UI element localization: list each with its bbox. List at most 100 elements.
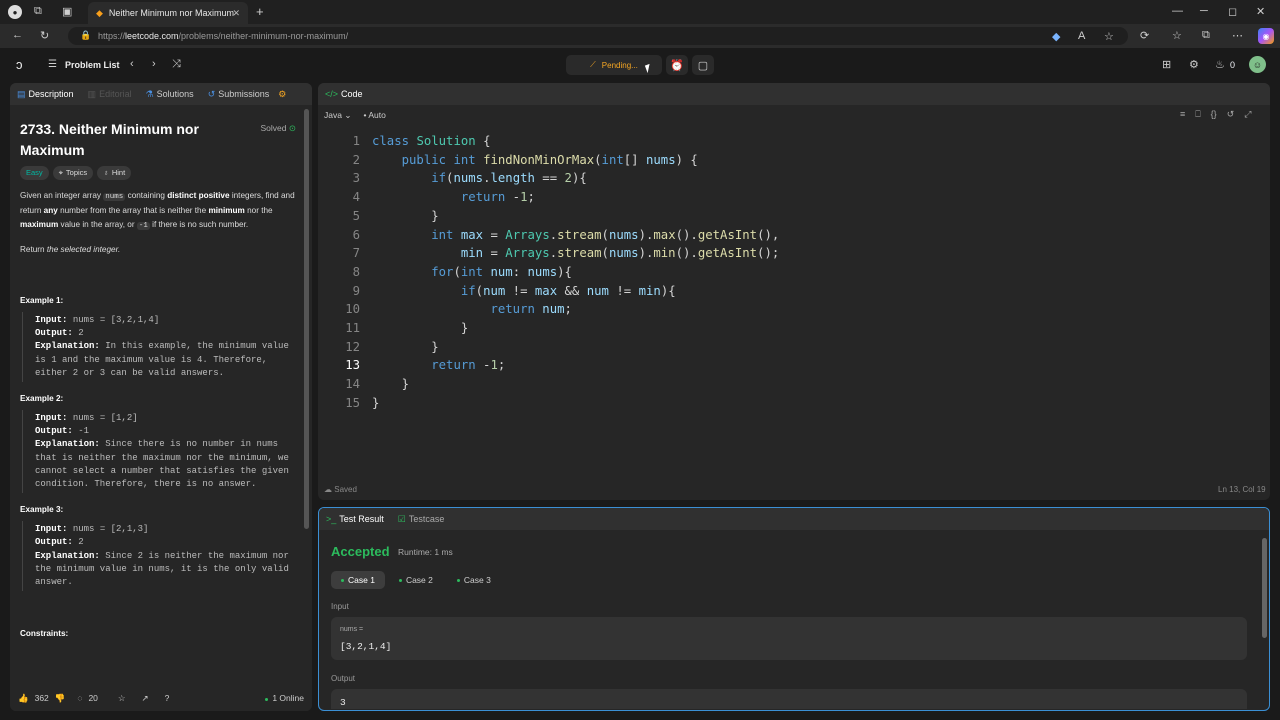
line-number: 12 bbox=[345, 339, 360, 354]
format-icon[interactable]: ≡ bbox=[1180, 109, 1185, 120]
avatar[interactable]: ☺ bbox=[1249, 56, 1266, 73]
fullscreen-icon[interactable]: ⤢ bbox=[1244, 109, 1251, 120]
close-window-icon[interactable]: ✕ bbox=[1256, 5, 1265, 18]
streak-fire-icon[interactable]: ♨ bbox=[1215, 58, 1225, 71]
code-line[interactable]: } bbox=[372, 319, 468, 338]
tab-solutions[interactable]: ⚗ Solutions bbox=[139, 83, 201, 105]
split-screen-icon[interactable]: ⟳ bbox=[1140, 29, 1149, 42]
history-icon: ↺ bbox=[207, 88, 216, 99]
code-line[interactable]: } bbox=[372, 394, 379, 413]
favorites-icon[interactable]: ☆ bbox=[1172, 29, 1182, 42]
layout-grid-icon[interactable]: ⊞ bbox=[1162, 58, 1171, 71]
line-number: 7 bbox=[352, 246, 360, 261]
timer-icon[interactable]: ⏰ bbox=[666, 55, 688, 75]
close-tab-icon[interactable]: ✕ bbox=[232, 8, 240, 19]
code-line[interactable]: min = Arrays.stream(nums).min().getAsInt… bbox=[372, 244, 779, 263]
settings-gear-icon[interactable]: ⚙ bbox=[1189, 58, 1199, 71]
line-number: 5 bbox=[352, 208, 360, 223]
back-icon[interactable]: ← bbox=[12, 29, 23, 41]
code-line[interactable]: if(num != max && num != min){ bbox=[372, 282, 676, 301]
share-icon[interactable]: ↗ bbox=[142, 693, 149, 704]
read-aloud-icon[interactable]: A bbox=[1078, 30, 1085, 42]
online-count: 1 Online bbox=[272, 693, 304, 703]
new-tab-icon[interactable]: + bbox=[256, 4, 264, 19]
line-number-active: 13 bbox=[345, 358, 360, 373]
profile-icon[interactable]: ● bbox=[8, 5, 22, 19]
tab-testcase[interactable]: ☑ Testcase bbox=[391, 508, 452, 530]
case-tab-1[interactable]: Case 1 bbox=[331, 571, 385, 589]
tab-code[interactable]: </> Code bbox=[318, 83, 370, 105]
auto-mode[interactable]: • Auto bbox=[363, 110, 385, 121]
tab-submissions[interactable]: ↺ Submissions bbox=[201, 83, 277, 105]
language-select[interactable]: Java ⌄ bbox=[324, 110, 351, 121]
thumbs-up-icon[interactable]: 👍 bbox=[18, 693, 29, 704]
code-header: </> Code bbox=[318, 83, 1270, 105]
runtime-text: Runtime: 1 ms bbox=[398, 547, 453, 557]
input-label: Input bbox=[331, 602, 349, 611]
premium-icon[interactable]: ⚙ bbox=[278, 89, 286, 100]
code-line[interactable]: int max = Arrays.stream(nums).max().getA… bbox=[372, 226, 779, 245]
tab-editorial[interactable]: ▥ Editorial bbox=[81, 83, 139, 105]
code-line[interactable]: return -1; bbox=[372, 356, 505, 375]
code-line[interactable]: } bbox=[372, 207, 438, 226]
thumbs-down-icon[interactable]: 👎 bbox=[55, 693, 66, 704]
leetcode-favicon-icon: ◆ bbox=[96, 7, 103, 18]
problem-list-icon: ☰ bbox=[48, 59, 57, 70]
reset-icon[interactable]: ↺ bbox=[1227, 109, 1235, 120]
code-line[interactable]: } bbox=[372, 375, 409, 394]
comment-icon[interactable]: ◌ bbox=[77, 693, 82, 703]
code-line[interactable]: public int findNonMinOrMax(int[] nums) { bbox=[372, 151, 698, 170]
browser-tab-bar: ● ⧉ ▣ ◆ Neither Minimum nor Maximum ✕ + … bbox=[0, 0, 1280, 24]
url-field[interactable]: 🔒 https://leetcode.com/problems/neither-… bbox=[68, 27, 1128, 45]
code-line[interactable]: class Solution { bbox=[372, 132, 490, 151]
collections-icon[interactable]: ⧉ bbox=[1202, 29, 1210, 42]
refresh-icon[interactable]: ↻ bbox=[40, 29, 49, 42]
minimize-icon[interactable]: — bbox=[1172, 5, 1183, 17]
code-line[interactable]: for(int num: nums){ bbox=[372, 263, 572, 282]
line-number: 14 bbox=[345, 377, 360, 392]
pass-dot-icon bbox=[456, 578, 460, 582]
maximize-icon[interactable]: ◻ bbox=[1228, 5, 1237, 18]
favorite-star-icon[interactable]: ☆ bbox=[1104, 30, 1114, 43]
bookmark-icon[interactable]: ⎕ bbox=[1195, 109, 1200, 120]
output-value: 3 bbox=[340, 697, 346, 708]
more-menu-icon[interactable]: ⋯ bbox=[1232, 29, 1243, 42]
copilot-icon[interactable]: ◉ bbox=[1258, 28, 1274, 44]
tab-test-result[interactable]: >_ Test Result bbox=[319, 508, 391, 530]
case-tab-3[interactable]: Case 3 bbox=[447, 571, 501, 589]
braces-icon[interactable]: {} bbox=[1211, 109, 1217, 120]
shuffle-icon[interactable]: ⤨ bbox=[172, 58, 181, 71]
star-icon[interactable]: ☆ bbox=[118, 693, 126, 704]
input-value: [3,2,1,4] bbox=[340, 641, 392, 652]
url-domain: leetcode.com bbox=[125, 31, 179, 41]
extension-icon[interactable]: ◆ bbox=[1052, 30, 1060, 43]
tab-description[interactable]: ▤ Description bbox=[10, 83, 81, 105]
book-icon: ▥ bbox=[87, 88, 97, 99]
result-tabs: >_ Test Result ☑ Testcase bbox=[319, 508, 1269, 530]
result-scrollbar[interactable] bbox=[1262, 538, 1267, 638]
url-path: /problems/neither-minimum-nor-maximum/ bbox=[178, 31, 349, 41]
line-number: 6 bbox=[352, 227, 360, 242]
prev-problem-icon[interactable]: ‹ bbox=[130, 58, 134, 70]
code-line[interactable]: return num; bbox=[372, 300, 571, 319]
lock-icon: 🔒 bbox=[80, 30, 92, 40]
problem-list-link[interactable]: Problem List bbox=[65, 60, 120, 70]
notes-icon[interactable]: ▢ bbox=[692, 55, 714, 75]
window-minimize-icon[interactable]: ─ bbox=[1200, 5, 1208, 17]
code-line[interactable]: return -1; bbox=[372, 188, 535, 207]
help-icon[interactable]: ? bbox=[165, 693, 170, 703]
tab-actions-icon[interactable]: ▣ bbox=[62, 5, 72, 18]
description-footer: 👍 362 👎 ◌ 20 ☆ ↗ ? 1 Online bbox=[10, 685, 312, 711]
leetcode-logo-icon[interactable]: ↄ bbox=[16, 57, 23, 72]
line-number: 15 bbox=[345, 395, 360, 410]
online-dot-icon bbox=[265, 698, 269, 701]
code-icon: </> bbox=[325, 89, 339, 99]
browser-tab-active[interactable]: ◆ Neither Minimum nor Maximum ✕ bbox=[88, 2, 248, 24]
code-line[interactable]: if(nums.length == 2){ bbox=[372, 169, 587, 188]
workspaces-icon[interactable]: ⧉ bbox=[34, 5, 42, 18]
code-line[interactable]: } bbox=[372, 338, 438, 357]
case-tab-2[interactable]: Case 2 bbox=[389, 571, 443, 589]
example-block: Input: nums = [1,2] Output: -1 Explanati… bbox=[22, 410, 296, 494]
cursor-position: Ln 13, Col 19 bbox=[1218, 485, 1266, 494]
next-problem-icon[interactable]: › bbox=[152, 58, 156, 70]
